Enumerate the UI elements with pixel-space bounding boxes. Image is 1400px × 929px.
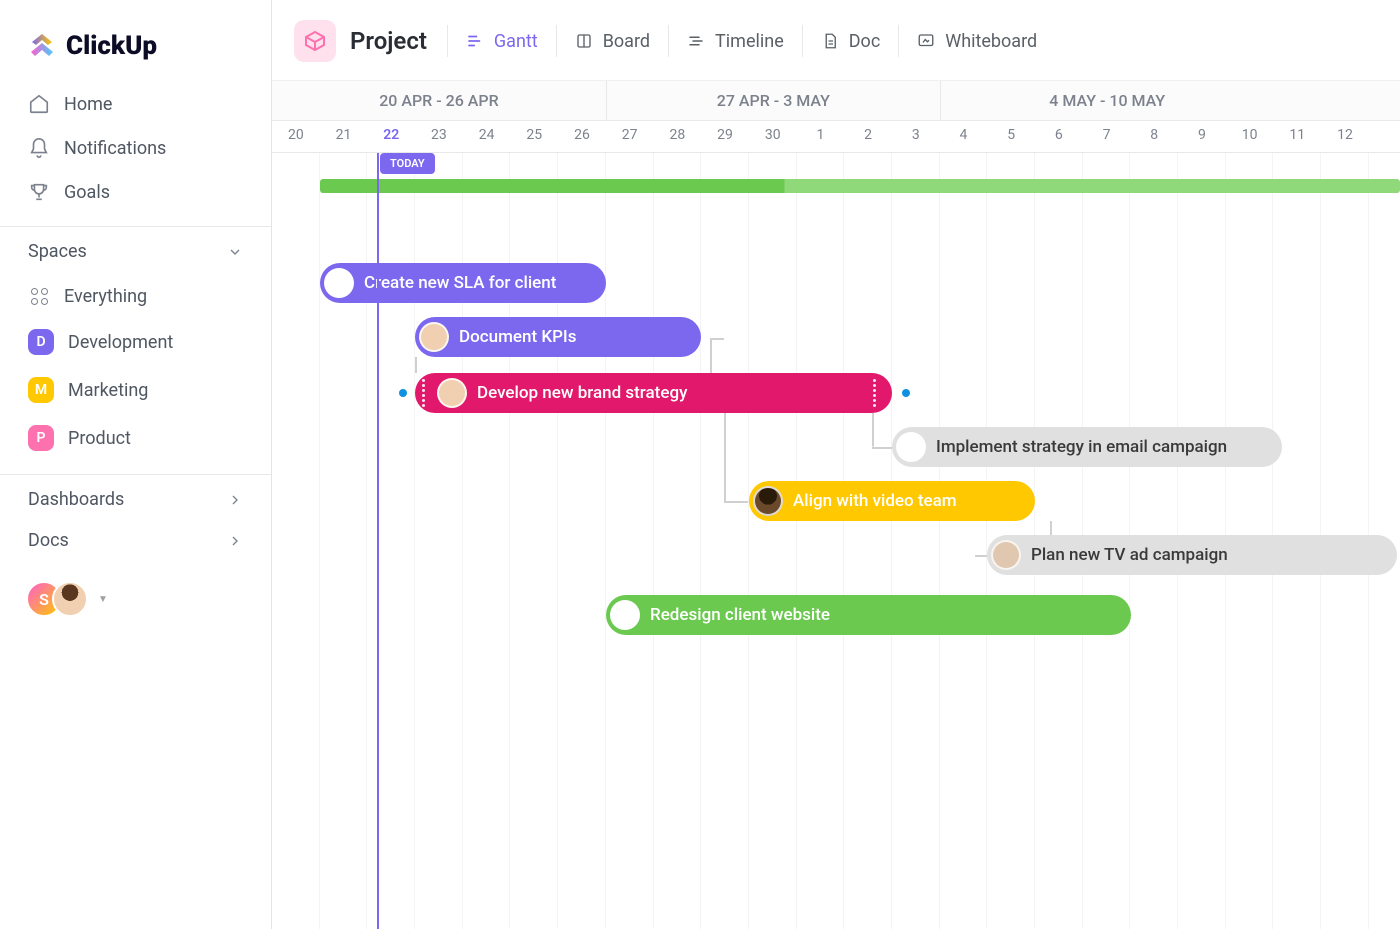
- chevron-right-icon: [227, 492, 243, 508]
- chevron-down-icon: ▼: [98, 594, 108, 605]
- chevron-right-icon: [227, 533, 243, 549]
- week-label: 4 MAY - 10 MAY: [940, 81, 1274, 120]
- avatar: [610, 600, 640, 630]
- task-bar[interactable]: Redesign client website: [606, 595, 1131, 635]
- dependency-dot[interactable]: [399, 389, 407, 397]
- week-label: 27 APR - 3 MAY: [606, 81, 940, 120]
- avatar: [753, 486, 783, 516]
- logo[interactable]: ClickUp: [0, 0, 271, 82]
- timeline-icon: [687, 32, 705, 50]
- today-indicator: [377, 153, 379, 929]
- day-cell[interactable]: 28: [654, 121, 702, 152]
- bell-icon: [28, 137, 50, 159]
- avatar: [52, 581, 88, 617]
- tab-gantt[interactable]: Gantt: [447, 25, 556, 57]
- space-marketing[interactable]: M Marketing: [16, 366, 255, 414]
- dependency-dot[interactable]: [902, 389, 910, 397]
- docs-link[interactable]: Docs: [0, 522, 271, 563]
- space-badge: M: [28, 377, 54, 403]
- day-cell[interactable]: 4: [940, 121, 988, 152]
- timeline-weeks: 20 APR - 26 APR 27 APR - 3 MAY 4 MAY - 1…: [272, 81, 1400, 121]
- toolbar: Project Gantt Board Timeline Doc Whitebo…: [272, 0, 1400, 81]
- day-cell[interactable]: 11: [1273, 121, 1321, 152]
- tab-board[interactable]: Board: [556, 25, 668, 57]
- gantt-icon: [466, 32, 484, 50]
- day-cell[interactable]: 6: [1035, 121, 1083, 152]
- tab-timeline[interactable]: Timeline: [668, 25, 802, 57]
- week-label: 20 APR - 26 APR: [272, 81, 606, 120]
- day-cell[interactable]: 29: [701, 121, 749, 152]
- day-cell[interactable]: 25: [510, 121, 558, 152]
- chevron-down-icon: [227, 244, 243, 260]
- tab-doc[interactable]: Doc: [802, 25, 899, 57]
- whiteboard-icon: [917, 32, 935, 50]
- day-cell[interactable]: 12: [1321, 121, 1369, 152]
- avatar: [991, 540, 1021, 570]
- task-bar[interactable]: Implement strategy in email campaign: [892, 427, 1282, 467]
- brand-name: ClickUp: [66, 31, 157, 61]
- avatar: [419, 322, 449, 352]
- avatar: [324, 268, 354, 298]
- day-cell[interactable]: 9: [1178, 121, 1226, 152]
- drag-handle[interactable]: [419, 379, 427, 407]
- space-badge: D: [28, 329, 54, 355]
- nav: Home Notifications Goals: [0, 82, 271, 214]
- day-cell[interactable]: 27: [606, 121, 654, 152]
- day-cell[interactable]: 30: [749, 121, 797, 152]
- nav-goals[interactable]: Goals: [16, 170, 255, 214]
- task-bar[interactable]: Create new SLA for client: [320, 263, 606, 303]
- nav-home[interactable]: Home: [16, 82, 255, 126]
- day-cell[interactable]: 10: [1226, 121, 1274, 152]
- tab-whiteboard[interactable]: Whiteboard: [898, 25, 1055, 57]
- day-cell[interactable]: 23: [415, 121, 463, 152]
- task-bar[interactable]: Develop new brand strategy: [415, 373, 892, 413]
- space-development[interactable]: D Development: [16, 318, 255, 366]
- trophy-icon: [28, 181, 50, 203]
- day-cell[interactable]: 26: [558, 121, 606, 152]
- user-menu[interactable]: S ▼: [0, 563, 271, 635]
- logo-icon: [26, 30, 58, 62]
- day-cell[interactable]: 5: [987, 121, 1035, 152]
- project-button[interactable]: Project: [294, 20, 427, 62]
- drag-handle[interactable]: [870, 379, 878, 407]
- nav-notifications[interactable]: Notifications: [16, 126, 255, 170]
- day-cell[interactable]: 21: [320, 121, 368, 152]
- doc-icon: [821, 32, 839, 50]
- day-cell[interactable]: 22: [367, 121, 415, 152]
- cube-icon: [294, 20, 336, 62]
- avatar: [437, 378, 467, 408]
- dashboards-link[interactable]: Dashboards: [0, 475, 271, 522]
- day-cell[interactable]: 20: [272, 121, 320, 152]
- day-cell[interactable]: 8: [1130, 121, 1178, 152]
- gantt-summary[interactable]: [320, 179, 1400, 193]
- spaces-header[interactable]: Spaces: [0, 227, 271, 274]
- day-cell[interactable]: 3: [892, 121, 940, 152]
- task-bar[interactable]: Align with video team: [749, 481, 1035, 521]
- task-bar[interactable]: Plan new TV ad campaign: [987, 535, 1397, 575]
- today-label: TODAY: [380, 153, 435, 174]
- sidebar: ClickUp Home Notifications Goals Spaces …: [0, 0, 272, 929]
- gantt-area[interactable]: TODAY Create new SLA for client Document…: [272, 153, 1400, 929]
- space-product[interactable]: P Product: [16, 414, 255, 462]
- timeline-days: 2021222324252627282930123456789101112: [272, 121, 1400, 153]
- space-badge: P: [28, 425, 54, 451]
- sidebar-everything[interactable]: Everything: [16, 274, 255, 318]
- day-cell[interactable]: 7: [1083, 121, 1131, 152]
- board-icon: [575, 32, 593, 50]
- home-icon: [28, 93, 50, 115]
- main: Project Gantt Board Timeline Doc Whitebo…: [272, 0, 1400, 929]
- day-cell[interactable]: 2: [844, 121, 892, 152]
- everything-icon: [28, 285, 50, 307]
- day-cell[interactable]: 24: [463, 121, 511, 152]
- avatar: [896, 432, 926, 462]
- task-bar[interactable]: Document KPIs: [415, 317, 701, 357]
- day-cell[interactable]: 1: [797, 121, 845, 152]
